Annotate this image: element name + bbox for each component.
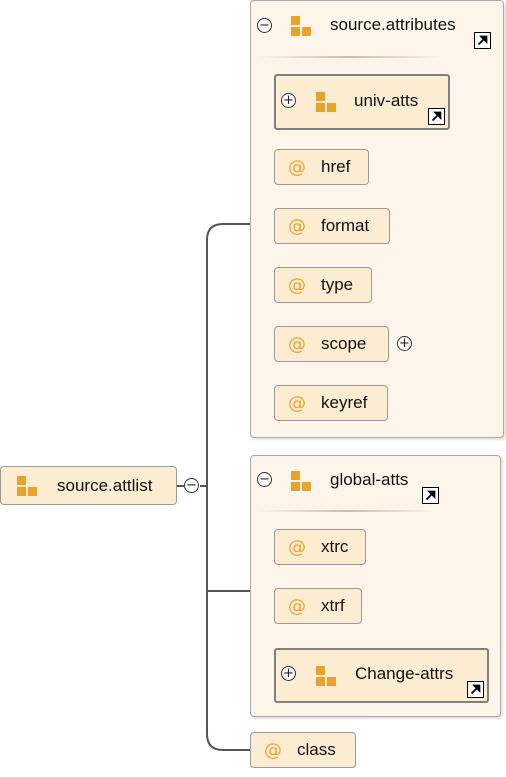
group-title-source-attributes: source.attributes: [330, 15, 456, 34]
at-sign-icon: @: [264, 739, 282, 761]
at-sign-icon: @: [288, 392, 306, 414]
root-node[interactable]: source.attlist: [0, 466, 177, 505]
expand-toggle-scope[interactable]: +: [397, 336, 412, 351]
group-separator: [257, 510, 437, 512]
collapse-toggle-source-attributes[interactable]: −: [257, 18, 272, 33]
node-label: Change-attrs: [355, 664, 454, 683]
attribute-group-icon: [291, 16, 311, 36]
group-source-attributes: − source.attributes + univ-atts @ href @…: [250, 0, 504, 438]
at-sign-icon: @: [288, 156, 306, 178]
shortcut-arrow-icon[interactable]: [428, 108, 445, 125]
attribute-group-icon: [316, 92, 336, 112]
attribute-format[interactable]: @ format: [274, 208, 390, 244]
node-univ-atts[interactable]: + univ-atts: [274, 74, 450, 130]
attribute-xtrf[interactable]: @ xtrf: [274, 588, 362, 624]
at-sign-icon: @: [288, 215, 306, 237]
attribute-label: type: [321, 275, 354, 294]
shortcut-arrow-icon[interactable]: [467, 681, 484, 698]
attribute-label: keyref: [321, 393, 368, 412]
expand-toggle-change-attrs[interactable]: +: [281, 666, 296, 681]
attribute-label: class: [297, 740, 336, 759]
attribute-label: xtrf: [321, 596, 345, 615]
node-change-attrs[interactable]: + Change-attrs: [274, 648, 489, 703]
attribute-type[interactable]: @ type: [274, 267, 372, 303]
node-label: univ-atts: [354, 91, 419, 110]
attribute-label: href: [321, 157, 351, 176]
at-sign-icon: @: [288, 536, 306, 558]
group-title-global-atts: global-atts: [330, 470, 409, 489]
collapse-toggle-root[interactable]: −: [184, 478, 199, 493]
attribute-xtrc[interactable]: @ xtrc: [274, 529, 366, 565]
shortcut-arrow-icon[interactable]: [474, 32, 491, 49]
attribute-group-icon: [316, 666, 336, 686]
attribute-keyref[interactable]: @ keyref: [274, 385, 388, 421]
attribute-href[interactable]: @ href: [274, 149, 369, 185]
attribute-group-icon: [17, 475, 37, 496]
at-sign-icon: @: [288, 274, 306, 296]
group-global-atts: − global-atts @ xtrc @ xtrf + Change-att…: [250, 455, 501, 717]
expand-toggle-univ-atts[interactable]: +: [281, 93, 296, 108]
collapse-toggle-global-atts[interactable]: −: [257, 472, 272, 487]
group-separator: [257, 56, 443, 58]
attribute-label: xtrc: [321, 537, 349, 556]
attribute-scope[interactable]: @ scope: [274, 326, 389, 362]
attribute-label: format: [321, 216, 370, 235]
shortcut-arrow-icon[interactable]: [422, 487, 439, 504]
attribute-group-icon: [291, 471, 311, 491]
attribute-class[interactable]: @ class: [250, 732, 356, 768]
attribute-label: scope: [321, 334, 367, 353]
root-label: source.attlist: [57, 475, 153, 495]
at-sign-icon: @: [288, 595, 306, 617]
at-sign-icon: @: [288, 333, 306, 355]
